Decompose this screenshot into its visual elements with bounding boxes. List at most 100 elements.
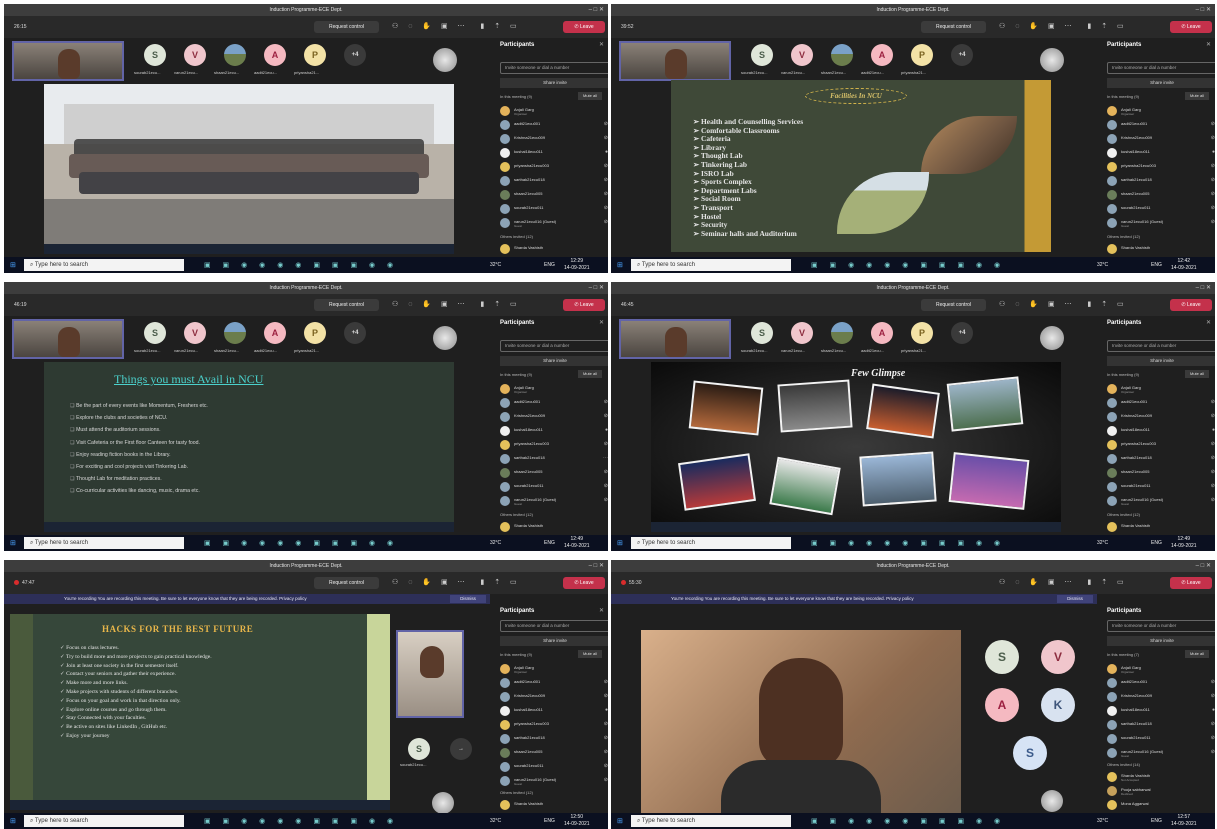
mute-all-button[interactable]: Mute all	[1185, 92, 1209, 100]
avatar-a[interactable]: A	[264, 44, 286, 66]
participant-row[interactable]: Krishna21ecu009 ⊘	[1107, 690, 1215, 704]
participant-row[interactable]: sourab21ecu011 ⊘	[1107, 202, 1215, 216]
participant-row[interactable]: kushal18ecu011 ●	[500, 146, 608, 160]
avatar-p[interactable]: P	[304, 322, 326, 344]
taskbar-app-icons[interactable]: ▣ ▣ ◉ ◉ ◉ ◉ ▣ ▣ ▣ ◉ ◉	[811, 261, 1005, 269]
mute-all-button[interactable]: Mute all	[1185, 370, 1209, 378]
windows-start-icon[interactable]: ⊞	[10, 817, 16, 825]
mute-all-button[interactable]: Mute all	[578, 370, 602, 378]
request-control-button[interactable]: Request control	[314, 21, 379, 33]
invite-input[interactable]: Invite someone or dial a number	[1107, 62, 1215, 74]
taskbar-search-input[interactable]: ⌕ Type here to search	[631, 259, 791, 271]
participant-row[interactable]: sourab21ecu011 ⊘	[500, 480, 608, 494]
dismiss-button[interactable]: Dismiss	[450, 595, 486, 603]
participant-row[interactable]: priyansha21ecu003 ⊘	[500, 160, 608, 174]
more-participants-badge[interactable]: +4	[344, 322, 366, 344]
avatar-photo[interactable]	[831, 322, 853, 344]
more-participants-badge[interactable]: +4	[344, 44, 366, 66]
participant-row[interactable]: Mona Aggarwal	[1107, 798, 1215, 812]
invite-input[interactable]: Invite someone or dial a number	[500, 620, 608, 632]
windows-start-icon[interactable]: ⊞	[10, 261, 16, 269]
participant-row[interactable]: Anjali Garg Organiser	[500, 104, 608, 118]
close-icon[interactable]: ✕	[599, 319, 604, 326]
meeting-toolbar-icons[interactable]: ⚇ ◌ ✋ ▣ ⋯ ▮ ⇡ ▭	[999, 22, 1128, 30]
participant-row[interactable]: varun21ecu016 (Guest) Guest ⊘	[1107, 494, 1215, 508]
participant-row[interactable]: sarthak21ecu018 ⊘	[1107, 174, 1215, 188]
avatar-p[interactable]: P	[911, 44, 933, 66]
avatar-a[interactable]: A	[264, 322, 286, 344]
meeting-toolbar-icons[interactable]: ⚇ ◌ ✋ ▣ ⋯ ▮ ⇡ ▭	[392, 300, 521, 308]
participant-row[interactable]: Sharda Vashisth	[1107, 520, 1215, 534]
participant-row[interactable]: priyansha21ecu003 ⊘	[500, 718, 608, 732]
participant-row[interactable]: Sharda Vashisth	[500, 242, 608, 256]
share-invite-button[interactable]: Share invite	[500, 356, 608, 366]
participant-row[interactable]: Anjali Garg Organiser	[1107, 104, 1215, 118]
participant-row[interactable]: Krishna21ecu009 ⊘	[500, 132, 608, 146]
window-controls[interactable]: – □ ✕	[1196, 560, 1211, 572]
request-control-button[interactable]: Request control	[921, 21, 986, 33]
avatar-a[interactable]: A	[871, 322, 893, 344]
avatar-s[interactable]: S	[985, 640, 1019, 674]
meeting-toolbar-icons[interactable]: ⚇ ◌ ✋ ▣ ⋯ ▮ ⇡ ▭	[999, 300, 1128, 308]
taskbar-app-icons[interactable]: ▣ ▣ ◉ ◉ ◉ ◉ ▣ ▣ ▣ ◉ ◉	[811, 817, 1005, 825]
participant-row[interactable]: aadit21ecu001 ⊘	[500, 118, 608, 132]
taskbar-search-input[interactable]: ⌕ Type here to search	[631, 537, 791, 549]
arrow-right-icon[interactable]: →	[450, 738, 472, 760]
mute-all-button[interactable]: Mute all	[578, 92, 602, 100]
participant-row[interactable]: priyansha21ecu003 ⊘	[1107, 160, 1215, 174]
share-invite-button[interactable]: Share invite	[500, 78, 608, 88]
close-icon[interactable]: ✕	[599, 41, 604, 48]
participant-row[interactable]: varun21ecu016 (Guest) Guest ⊘	[1107, 216, 1215, 230]
participant-row[interactable]: kushal18ecu011 ●	[1107, 704, 1215, 718]
participant-row[interactable]: aadit21ecu001 ⊘	[1107, 118, 1215, 132]
participant-row[interactable]: Anjali Garg Organiser	[500, 382, 608, 396]
avatar-s[interactable]: S	[751, 44, 773, 66]
participant-row[interactable]: sourab21ecu011 ⊘	[500, 202, 608, 216]
participant-row[interactable]: shaan21ecu005 ⊘	[500, 466, 608, 480]
avatar-k[interactable]: K	[1041, 688, 1075, 722]
avatar-v[interactable]: V	[791, 44, 813, 66]
participant-row[interactable]: sarthak21ecu018 ⊘	[500, 732, 608, 746]
invite-input[interactable]: Invite someone or dial a number	[1107, 340, 1215, 352]
participant-row[interactable]: Krishna21ecu009 ⊘	[1107, 410, 1215, 424]
participant-row[interactable]: Sharda Vashisth	[500, 520, 608, 534]
meeting-toolbar-icons[interactable]: ⚇ ◌ ✋ ▣ ⋯ ▮ ⇡ ▭	[392, 22, 521, 30]
window-controls[interactable]: – □ ✕	[589, 560, 604, 572]
meeting-toolbar-icons[interactable]: ⚇ ◌ ✋ ▣ ⋯ ▮ ⇡ ▭	[392, 578, 521, 586]
avatar-v[interactable]: V	[184, 44, 206, 66]
avatar-s[interactable]: S	[144, 322, 166, 344]
close-icon[interactable]: ✕	[1206, 41, 1211, 48]
more-participants-badge[interactable]: +4	[951, 322, 973, 344]
participant-row[interactable]: Sharda Vashisth	[1107, 242, 1215, 256]
participant-row[interactable]: Krishna21ecu009 ⊘	[500, 690, 608, 704]
share-invite-button[interactable]: Share invite	[1107, 78, 1215, 88]
avatar-s[interactable]: S	[408, 738, 430, 760]
more-participants-badge[interactable]: +4	[951, 44, 973, 66]
participant-row[interactable]: Krishna21ecu009 ⊘	[500, 410, 608, 424]
request-control-button[interactable]: Request control	[314, 577, 379, 589]
meeting-toolbar-icons[interactable]: ⚇ ◌ ✋ ▣ ⋯ ▮ ⇡ ▭	[999, 578, 1128, 586]
participant-row[interactable]: sourab21ecu011 ⊘	[500, 760, 608, 774]
windows-start-icon[interactable]: ⊞	[10, 539, 16, 547]
leave-button[interactable]: ✆ Leave	[1170, 577, 1212, 589]
request-control-button[interactable]: Request control	[921, 299, 986, 311]
share-invite-button[interactable]: Share invite	[1107, 356, 1215, 366]
participant-row[interactable]: Anjali Garg Organiser	[500, 662, 608, 676]
participant-row[interactable]: aadit21ecu001 ⊘	[1107, 396, 1215, 410]
taskbar-search-input[interactable]: ⌕ Type here to search	[631, 815, 791, 827]
window-controls[interactable]: – □ ✕	[589, 282, 604, 294]
participant-row[interactable]: sarthak21ecu018 ⊘	[1107, 452, 1215, 466]
avatar-photo[interactable]	[224, 44, 246, 66]
taskbar-app-icons[interactable]: ▣ ▣ ◉ ◉ ◉ ◉ ▣ ▣ ▣ ◉ ◉	[204, 817, 398, 825]
participant-row[interactable]: Sharda Vashisth	[500, 798, 608, 812]
avatar-s[interactable]: S	[751, 322, 773, 344]
leave-button[interactable]: ✆ Leave	[1170, 21, 1212, 33]
taskbar-search-input[interactable]: ⌕ Type here to search	[24, 259, 184, 271]
participant-row[interactable]: priyansha21ecu003 ⊘	[1107, 438, 1215, 452]
window-controls[interactable]: – □ ✕	[1196, 282, 1211, 294]
participant-row[interactable]: shaan21ecu005 ⊘	[500, 746, 608, 760]
mute-all-button[interactable]: Mute all	[1185, 650, 1209, 658]
window-controls[interactable]: – □ ✕	[589, 4, 604, 16]
participant-row[interactable]: kushal18ecu011 ●	[1107, 424, 1215, 438]
avatar-a[interactable]: A	[871, 44, 893, 66]
